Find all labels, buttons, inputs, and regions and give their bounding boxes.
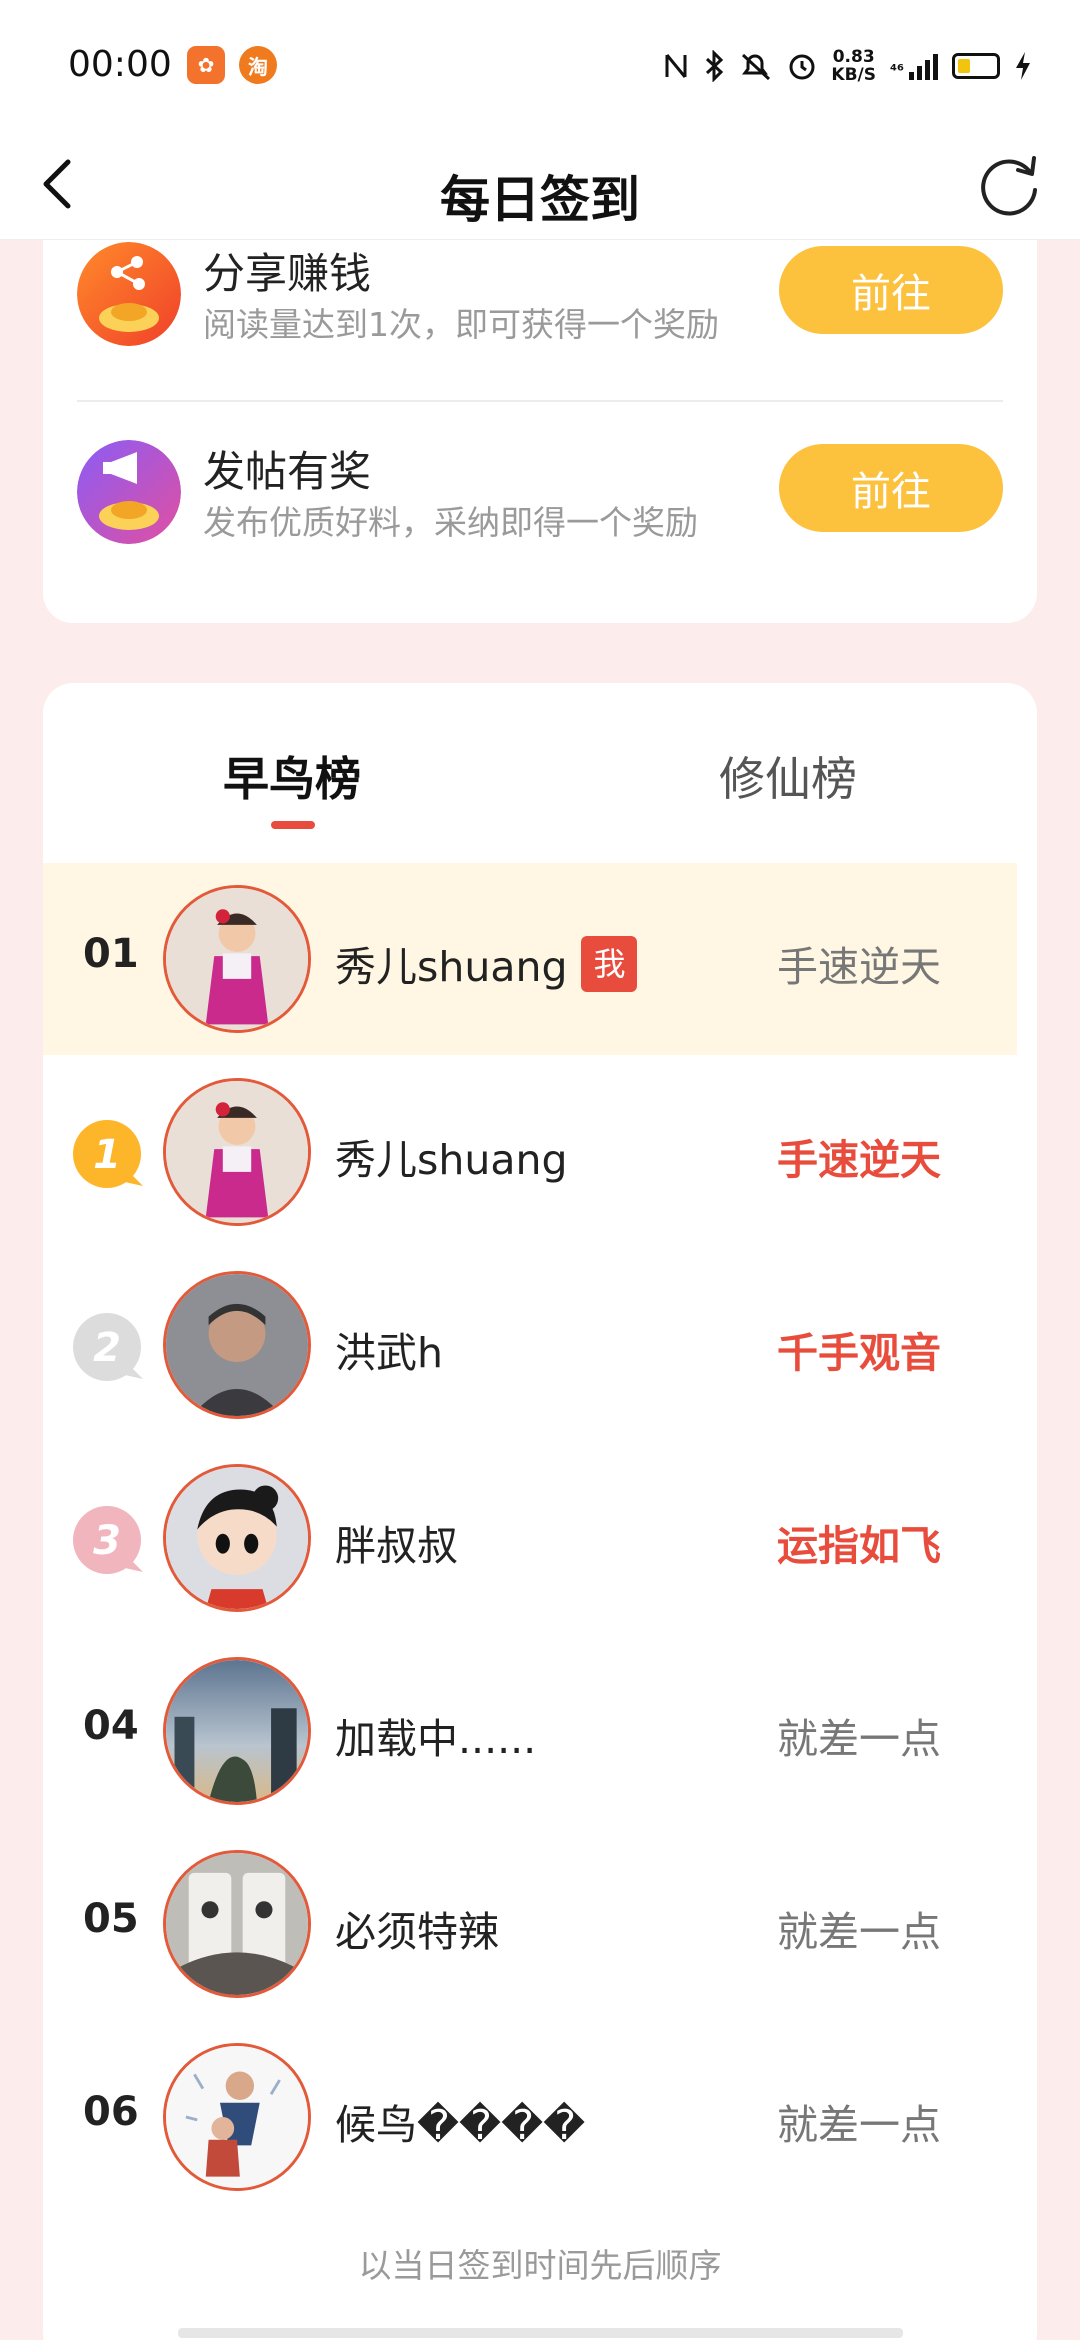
tab-indicator	[271, 821, 315, 829]
ranking-row[interactable]: 1 秀儿shuang 手速逆天	[43, 1056, 1017, 1248]
page-title: 每日签到	[440, 171, 640, 229]
ranking-row[interactable]: 3 胖叔叔 运指如飞	[43, 1442, 1017, 1634]
app-notification-icon: ✿	[187, 46, 225, 84]
svg-text:2: 2	[93, 1325, 121, 1371]
mute-icon	[742, 53, 771, 81]
rank-tag: 就差一点	[777, 2101, 941, 2149]
user-name: 候鸟����	[335, 2101, 586, 2149]
rank-number: 01	[83, 931, 139, 977]
user-name: 秀儿shuang	[335, 1136, 568, 1184]
tab-early-bird[interactable]: 早鸟榜	[223, 743, 361, 809]
user-name: 洪武h	[335, 1329, 443, 1377]
me-badge: 我	[581, 936, 638, 992]
rank-tag: 就差一点	[777, 1908, 941, 1956]
user-name: 胖叔叔	[335, 1522, 458, 1570]
status-time: 00:00	[68, 44, 172, 85]
charging-icon	[1016, 52, 1030, 80]
nfc-icon	[665, 54, 687, 78]
rank-tag: 千手观音	[777, 1329, 941, 1377]
rank-tag: 手速逆天	[777, 943, 941, 991]
task-card: 分享赚钱 阅读量达到1次，即可获得一个奖励 前往 发帖有奖 发布优质好料，采纳即…	[43, 240, 1037, 623]
go-button-post[interactable]: 前往	[779, 444, 1003, 532]
rank-tag: 手速逆天	[777, 1136, 941, 1184]
avatar	[163, 1464, 311, 1612]
user-name: 秀儿shuang 我	[335, 933, 638, 998]
signal-icon: ⁴⁶	[890, 52, 938, 80]
bronze-medal-icon: 3	[73, 1506, 143, 1574]
alarm-icon	[789, 54, 815, 80]
user-name: 必须特辣	[335, 1908, 499, 1956]
battery-icon	[952, 53, 1000, 79]
ranking-row-self[interactable]: 01 秀儿shuang 我 手速逆天	[43, 863, 1017, 1055]
post-reward-icon	[77, 440, 181, 544]
go-button-share[interactable]: 前往	[779, 246, 1003, 334]
task-title: 发帖有奖	[203, 447, 372, 496]
scroll-indicator	[178, 2328, 903, 2338]
gold-medal-icon: 1	[73, 1120, 143, 1188]
bluetooth-icon	[706, 50, 724, 82]
ranking-row[interactable]: 06 候鸟���� 就差一点	[43, 2021, 1017, 2213]
avatar	[163, 1850, 311, 1998]
ranking-row[interactable]: 2 洪武h 千手观音	[43, 1249, 1017, 1441]
ranking-footer-note: 以当日签到时间先后顺序	[358, 2246, 722, 2285]
task-desc: 发布优质好料，采纳即得一个奖励	[203, 503, 698, 542]
network-speed: 0.83 KB/S	[831, 47, 876, 85]
avatar	[163, 1657, 311, 1805]
rank-tag: 就差一点	[777, 1715, 941, 1763]
avatar	[163, 1078, 311, 1226]
rank-number: 05	[83, 1896, 139, 1942]
divider	[77, 400, 1003, 402]
task-title: 分享赚钱	[203, 249, 372, 298]
tab-xiuxian[interactable]: 修仙榜	[719, 743, 857, 809]
rank-tag: 运指如飞	[777, 1522, 941, 1570]
rank-number: 06	[83, 2089, 139, 2135]
svg-text:3: 3	[93, 1518, 121, 1564]
nav-bar: 每日签到	[0, 130, 1080, 240]
svg-text:1: 1	[93, 1132, 121, 1178]
taobao-notification-icon: 淘	[239, 46, 277, 84]
refresh-icon[interactable]	[974, 150, 1044, 220]
status-icons: 0.83 KB/S ⁴⁶	[663, 44, 1032, 88]
user-name: 加载中......	[335, 1715, 537, 1763]
status-bar: 00:00 ✿ 淘 0.83 KB/S ⁴⁶	[0, 0, 1080, 130]
task-post: 发帖有奖 发布优质好料，采纳即得一个奖励 前往	[77, 438, 1003, 578]
ranking-card: 早鸟榜 修仙榜 01 秀儿shuang 我 手速逆天 1 秀儿shuang 手速逆…	[43, 683, 1037, 2340]
ranking-row[interactable]: 04 加载中...... 就差一点	[43, 1635, 1017, 1827]
task-desc: 阅读量达到1次，即可获得一个奖励	[203, 305, 719, 344]
silver-medal-icon: 2	[73, 1313, 143, 1381]
rank-number: 04	[83, 1703, 139, 1749]
avatar	[163, 1271, 311, 1419]
avatar	[163, 885, 311, 1033]
share-money-icon	[77, 242, 181, 346]
task-share: 分享赚钱 阅读量达到1次，即可获得一个奖励 前往	[77, 240, 1003, 380]
avatar	[163, 2043, 311, 2191]
ranking-row[interactable]: 05 必须特辣 就差一点	[43, 1828, 1017, 2020]
